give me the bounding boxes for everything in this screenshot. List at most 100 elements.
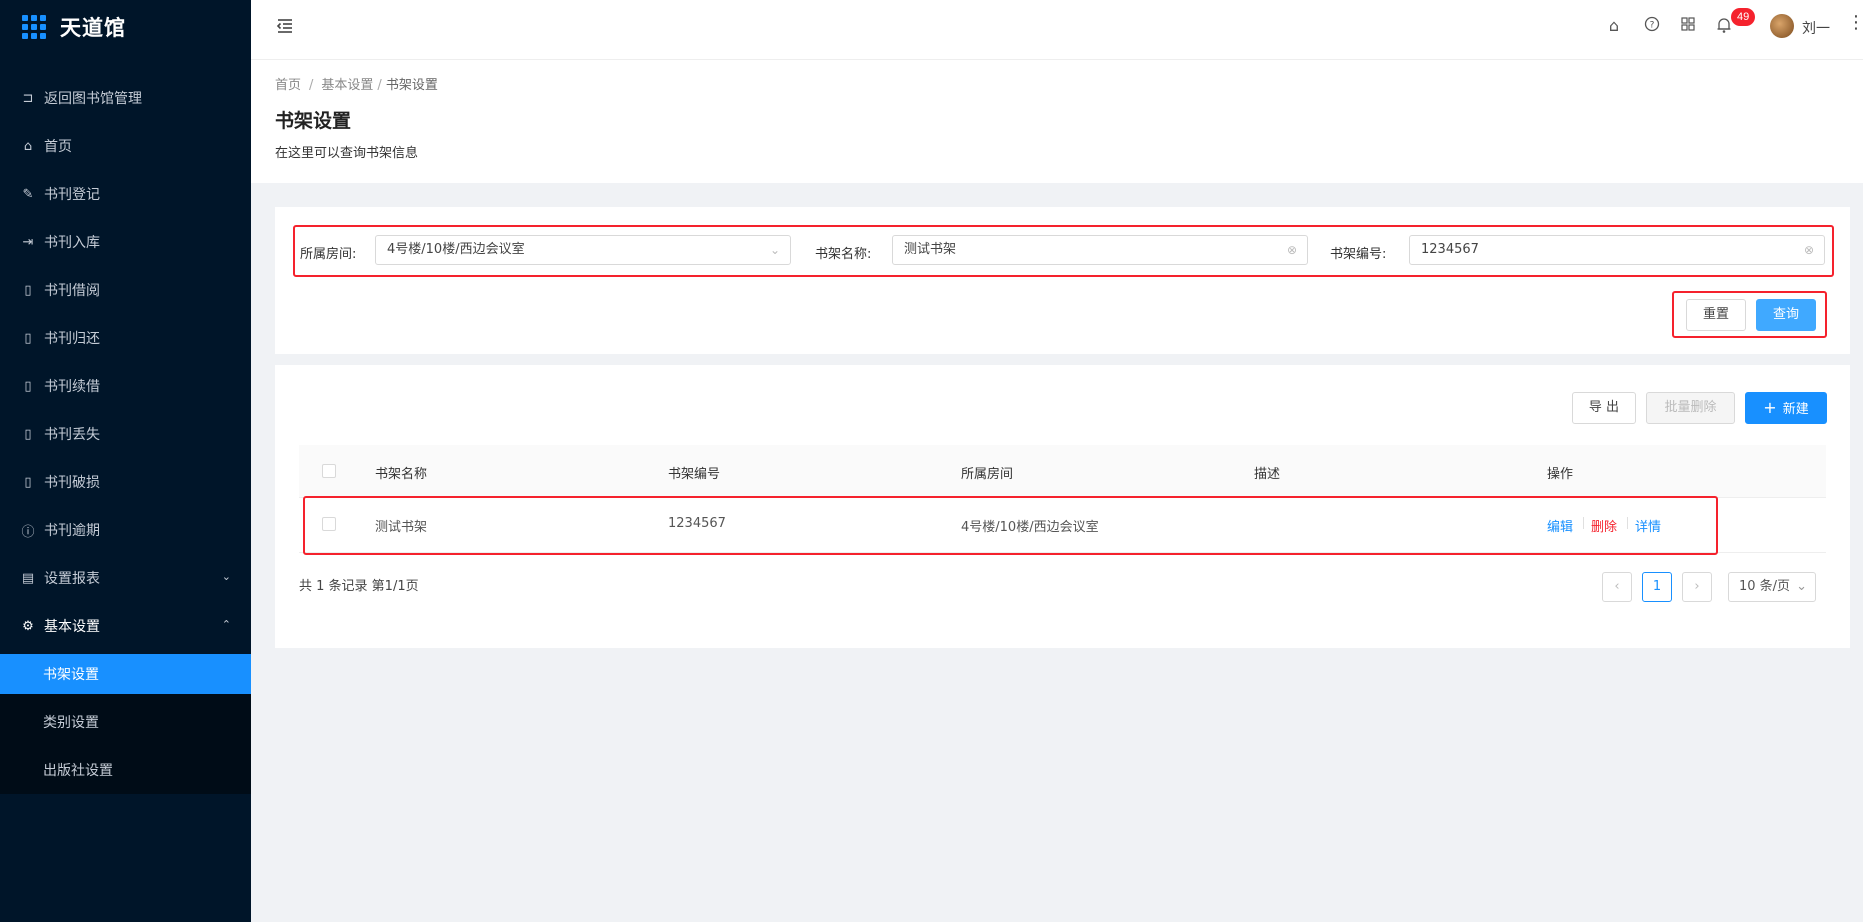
help-icon[interactable]: ?	[1642, 16, 1662, 38]
breadcrumb: 首页 / 基本设置 / 书架设置	[275, 78, 438, 93]
filter-card: 所属房间: 4号楼/10楼/西边会议室 ⌄ 书架名称: 测试书架 ⊗ 书架编号:…	[275, 207, 1850, 354]
sidebar-item-return[interactable]: ▯ 书刊归还	[0, 314, 251, 362]
batch-delete-button[interactable]: 批量删除	[1646, 392, 1735, 424]
info-circle-icon: ⓘ	[21, 524, 35, 540]
sidebar-item-shelf-settings[interactable]: 书架设置	[0, 654, 251, 694]
chevron-up-icon: ⌃	[221, 618, 231, 631]
shelf-name-input[interactable]: 测试书架 ⊗	[892, 235, 1308, 265]
clear-icon[interactable]: ⊗	[1804, 236, 1814, 264]
sidebar-item-renew[interactable]: ▯ 书刊续借	[0, 362, 251, 410]
page-title: 书架设置	[275, 110, 352, 132]
sidebar-item-label: 书刊丢失	[44, 427, 100, 443]
shelf-code-input[interactable]: 1234567 ⊗	[1409, 235, 1825, 265]
query-button[interactable]: 查询	[1756, 299, 1816, 331]
sidebar-item-label: 基本设置	[44, 619, 100, 635]
breadcrumb-current: 书架设置	[385, 78, 438, 93]
sidebar-item-label: 首页	[44, 139, 72, 155]
sidebar-item-damaged[interactable]: ▯ 书刊破损	[0, 458, 251, 506]
home-icon: ⌂	[23, 138, 33, 154]
page-header: 首页 / 基本设置 / 书架设置 书架设置 在这里可以查询书架信息	[251, 60, 1863, 183]
pen-icon: ✎	[22, 186, 34, 202]
sidebar-item-label: 书刊续借	[44, 379, 100, 395]
room-select[interactable]: 4号楼/10楼/西边会议室 ⌄	[375, 235, 791, 265]
page-size-select[interactable]: 10 条/页 ⌄	[1728, 572, 1816, 602]
reset-button[interactable]: 重置	[1686, 299, 1746, 331]
sidebar-item-overdue[interactable]: ⓘ 书刊逾期	[0, 506, 251, 554]
column-header-code: 书架编号	[668, 467, 721, 482]
room-label: 所属房间:	[300, 247, 357, 262]
room-select-value: 4号楼/10楼/西边会议室	[387, 242, 525, 257]
plus-icon: +	[1763, 398, 1777, 417]
sidebar-item-publisher-settings[interactable]: 出版社设置	[0, 746, 251, 794]
column-header-actions: 操作	[1547, 467, 1574, 482]
table-header: 书架名称 书架编号 所属房间 描述 操作	[299, 445, 1826, 498]
sidebar-item-lost[interactable]: ▯ 书刊丢失	[0, 410, 251, 458]
page-subtitle: 在这里可以查询书架信息	[275, 146, 419, 161]
menu-fold-icon[interactable]	[275, 16, 297, 38]
more-vertical-icon[interactable]: ⋮	[1847, 12, 1863, 33]
shelf-code-value: 1234567	[1421, 242, 1479, 257]
chevron-down-icon: ⌄	[769, 243, 780, 257]
column-header-room: 所属房间	[961, 467, 1014, 482]
breadcrumb-basic-settings[interactable]: 基本设置	[321, 78, 373, 93]
pagination-summary: 共 1 条记录 第1/1页	[299, 579, 419, 594]
shelf-code-label: 书架编号:	[1330, 247, 1387, 262]
select-all-checkbox[interactable]	[322, 464, 336, 478]
page-size-value: 10 条/页	[1739, 579, 1791, 594]
book-icon: ▯	[24, 474, 32, 490]
sidebar-item-label: 书刊归还	[44, 331, 100, 347]
sidebar-item-register[interactable]: ✎ 书刊登记	[0, 170, 251, 218]
report-icon: ▤	[21, 570, 35, 586]
sidebar-item-stock-in[interactable]: ⇥ 书刊入库	[0, 218, 251, 266]
chevron-left-icon: ‹	[1614, 579, 1620, 594]
sidebar-item-label: 书刊入库	[44, 235, 100, 251]
clear-icon[interactable]: ⊗	[1287, 236, 1297, 264]
apps-grid-icon[interactable]	[1678, 16, 1698, 38]
sidebar-menu: ⊐ 返回图书馆管理 ⌂ 首页 ✎ 书刊登记 ⇥ 书刊入库 ▯ 书刊借阅 ▯ 书刊…	[0, 74, 251, 794]
shelf-name-value: 测试书架	[904, 242, 957, 257]
top-header: ⌂ ? 49 刘一 ⋮	[251, 0, 1863, 60]
sidebar-item-return-library[interactable]: ⊐ 返回图书馆管理	[0, 74, 251, 122]
book-icon: ▯	[24, 426, 32, 442]
breadcrumb-home[interactable]: 首页	[275, 78, 301, 93]
export-button[interactable]: 导 出	[1572, 392, 1636, 424]
home-icon[interactable]: ⌂	[1604, 16, 1624, 38]
chevron-down-icon: ⌄	[1796, 579, 1807, 594]
sidebar-item-label: 书刊逾期	[44, 523, 100, 539]
book-icon: ▯	[24, 282, 32, 298]
brand: 天道馆	[0, 0, 251, 54]
sidebar-item-label: 返回图书馆管理	[44, 91, 142, 107]
column-header-desc: 描述	[1254, 467, 1281, 482]
new-button[interactable]: + 新建	[1745, 392, 1827, 424]
row-highlight-box	[303, 496, 1718, 555]
avatar[interactable]	[1770, 14, 1794, 38]
notification-badge: 49	[1731, 8, 1756, 26]
sidebar: 天道馆 ⊐ 返回图书馆管理 ⌂ 首页 ✎ 书刊登记 ⇥ 书刊入库 ▯ 书刊借阅 …	[0, 0, 251, 922]
chevron-down-icon: ⌄	[221, 570, 231, 583]
table-card: 导 出 批量删除 + 新建 书架名称 书架编号 所属房间 描述 操作 测试书架 1…	[275, 365, 1850, 648]
sidebar-item-label: 书刊借阅	[44, 283, 100, 299]
sidebar-item-label: 书刊破损	[44, 475, 100, 491]
sidebar-item-home[interactable]: ⌂ 首页	[0, 122, 251, 170]
return-icon: ⊐	[22, 90, 34, 106]
prev-page-button[interactable]: ‹	[1602, 572, 1632, 602]
sidebar-item-basic-settings[interactable]: ⚙ 基本设置 ⌃	[0, 602, 251, 650]
shelf-name-label: 书架名称:	[815, 247, 872, 262]
sidebar-item-borrow[interactable]: ▯ 书刊借阅	[0, 266, 251, 314]
page-number-button[interactable]: 1	[1642, 572, 1672, 602]
sidebar-item-label: 书刊登记	[44, 187, 100, 203]
chevron-right-icon: ›	[1694, 579, 1700, 594]
gear-icon: ⚙	[22, 618, 34, 634]
book-icon: ▯	[24, 330, 32, 346]
next-page-button[interactable]: ›	[1682, 572, 1712, 602]
column-header-name: 书架名称	[375, 467, 428, 482]
book-icon: ▯	[24, 378, 32, 394]
sidebar-item-report-settings[interactable]: ▤ 设置报表 ⌄	[0, 554, 251, 602]
svg-text:?: ?	[1650, 21, 1655, 31]
basic-settings-submenu: 书架设置 类别设置 出版社设置	[0, 654, 251, 794]
import-icon: ⇥	[22, 234, 34, 250]
username[interactable]: 刘一	[1802, 18, 1830, 38]
sidebar-item-category-settings[interactable]: 类别设置	[0, 698, 251, 746]
sidebar-item-label: 设置报表	[44, 571, 100, 587]
new-button-label: 新建	[1782, 402, 1809, 417]
